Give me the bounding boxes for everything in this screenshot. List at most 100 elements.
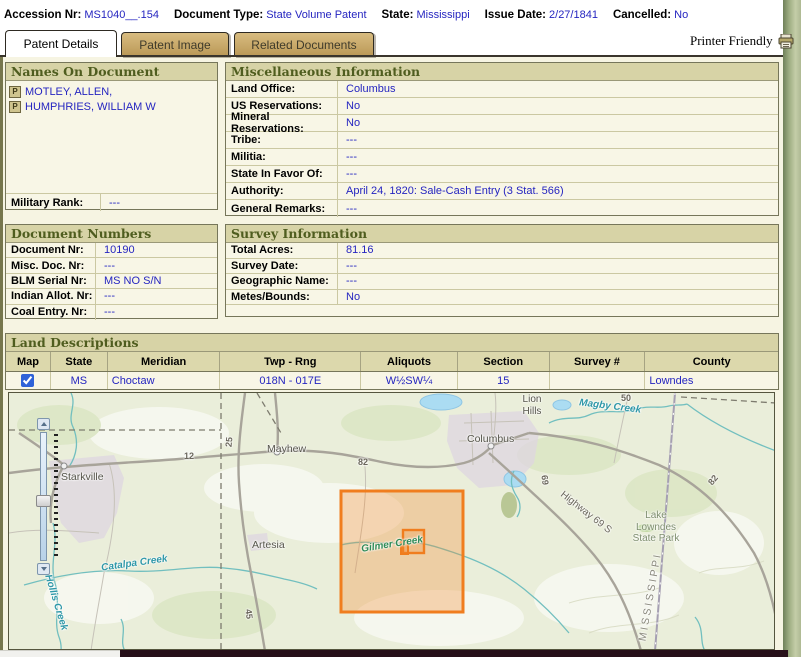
misc-panel-header: Miscellaneous Information: [226, 63, 778, 81]
metes-bounds-label: Metes/Bounds:: [226, 290, 338, 305]
general-remarks-label: General Remarks:: [226, 200, 338, 217]
printer-friendly-label: Printer Friendly: [690, 33, 773, 49]
zoom-slider-ticks: [54, 434, 58, 558]
map-label-starkville: Starkville: [61, 471, 104, 483]
map-zoom-slider[interactable]: [37, 418, 61, 576]
cancelled-value: No: [674, 9, 688, 21]
state-label: State:: [382, 9, 414, 21]
land-table-header-row: Map State Meridian Twp - Rng Aliquots Se…: [6, 352, 778, 372]
table-row: Militia:---: [226, 149, 778, 166]
general-remarks-value: ---: [338, 200, 357, 217]
table-row: Misc. Doc. Nr:---: [6, 258, 217, 273]
route-45-shield: 45: [243, 608, 254, 619]
patent-image-icon[interactable]: P: [9, 86, 21, 98]
printer-friendly-link[interactable]: Printer Friendly: [690, 33, 795, 49]
table-row: Geographic Name:---: [226, 274, 778, 290]
state-value: Mississippi: [416, 9, 469, 21]
tribe-value: ---: [338, 132, 357, 148]
map-checkbox[interactable]: [21, 374, 34, 387]
route-25-shield: 25: [224, 437, 235, 448]
tab-divider-line: [0, 55, 783, 57]
aliquots-cell: W½SW¼: [361, 372, 458, 389]
col-map: Map: [6, 352, 51, 371]
state-cell: MS: [51, 372, 108, 389]
misc-doc-nr-label: Misc. Doc. Nr:: [6, 258, 96, 272]
map-checkbox-cell: [6, 372, 51, 389]
list-item: P HUMPHRIES, WILLIAM W: [9, 99, 217, 114]
table-row: State In Favor Of:---: [226, 166, 778, 183]
docnum-panel-header: Document Numbers: [6, 225, 217, 243]
col-county: County: [645, 352, 778, 371]
table-row: Land Office:Columbus: [226, 81, 778, 98]
table-row: Metes/Bounds:No: [226, 290, 778, 306]
county-cell: Lowndes: [645, 372, 778, 389]
patent-details-page: Accession Nr: MS1040__.154 Document Type…: [0, 0, 801, 657]
accession-label: Accession Nr:: [4, 9, 81, 21]
militia-value: ---: [338, 149, 357, 165]
document-type-value: State Volume Patent: [266, 9, 366, 21]
names-on-document-panel: Names On Document P MOTLEY, ALLEN, P HUM…: [5, 62, 218, 210]
survey-date-value: ---: [338, 259, 357, 274]
col-aliquots: Aliquots: [361, 352, 458, 371]
coal-entry-nr-label: Coal Entry. Nr:: [6, 305, 96, 320]
survey-panel-header: Survey Information: [226, 225, 778, 243]
right-decorative-strip: [783, 0, 801, 657]
us-reservations-value: No: [338, 98, 360, 114]
route-82-shield: 82: [358, 457, 368, 467]
total-acres-value: 81.16: [338, 243, 374, 258]
map-label-lion-hills: Lion Hills: [515, 394, 549, 417]
militia-label: Militia:: [226, 149, 338, 165]
land-office-value: Columbus: [338, 81, 396, 97]
document-numbers-panel: Document Numbers Document Nr:10190 Misc.…: [5, 224, 218, 319]
bottom-bar: [120, 650, 788, 657]
military-rank-value: ---: [101, 194, 120, 211]
township-map[interactable]: Starkville Mayhew Columbus Artesia Lion …: [8, 392, 775, 650]
bottom-left-edge: [0, 650, 120, 657]
twp-rng-cell: 018N - 017E: [220, 372, 361, 389]
zoom-slider-track[interactable]: [40, 432, 47, 561]
geographic-name-label: Geographic Name:: [226, 274, 338, 289]
arrow-up-icon: [41, 422, 47, 426]
tab-patent-image[interactable]: Patent Image: [121, 32, 229, 57]
zoom-slider-handle[interactable]: [36, 495, 51, 507]
land-office-label: Land Office:: [226, 81, 338, 97]
table-row: Tribe:---: [226, 132, 778, 149]
cancelled-label: Cancelled:: [613, 9, 671, 21]
list-item: P MOTLEY, ALLEN,: [9, 84, 217, 99]
issue-date-value: 2/27/1841: [549, 9, 598, 21]
section-cell: 15: [458, 372, 550, 389]
survey-information-panel: Survey Information Total Acres:81.16 Sur…: [225, 224, 779, 317]
miscellaneous-information-panel: Miscellaneous Information Land Office:Co…: [225, 62, 779, 216]
survey-nr-cell: [550, 372, 646, 389]
col-meridian: Meridian: [108, 352, 221, 371]
survey-date-label: Survey Date:: [226, 259, 338, 274]
zoom-out-button[interactable]: [37, 563, 50, 575]
mineral-reservations-value: No: [338, 115, 360, 131]
coal-entry-nr-value: ---: [96, 305, 115, 320]
zoom-in-button[interactable]: [37, 418, 50, 430]
table-row: Document Nr:10190: [6, 243, 217, 258]
col-section: Section: [458, 352, 550, 371]
state-field: State: Mississippi: [382, 9, 470, 21]
patentee-link[interactable]: MOTLEY, ALLEN,: [25, 86, 112, 98]
table-row: General Remarks:---: [226, 200, 778, 217]
patentee-link[interactable]: HUMPHRIES, WILLIAM W: [25, 101, 156, 113]
tribe-label: Tribe:: [226, 132, 338, 148]
authority-value: April 24, 1820: Sale-Cash Entry (3 Stat.…: [338, 183, 564, 199]
table-row: Total Acres:81.16: [226, 243, 778, 259]
indian-allot-nr-label: Indian Allot. Nr:: [6, 289, 96, 303]
map-label-mayhew: Mayhew: [267, 443, 306, 455]
col-survey-nr: Survey #: [550, 352, 646, 371]
authority-label: Authority:: [226, 183, 338, 199]
tab-patent-details[interactable]: Patent Details: [5, 30, 117, 57]
geographic-name-value: ---: [338, 274, 357, 289]
table-row: Mineral Reservations:No: [226, 115, 778, 132]
table-row: Indian Allot. Nr:---: [6, 289, 217, 304]
arrow-down-icon: [41, 567, 47, 571]
tab-related-documents[interactable]: Related Documents: [234, 32, 374, 57]
accession-value: MS1040__.154: [84, 9, 159, 21]
metes-bounds-value: No: [338, 290, 360, 305]
land-descriptions-header: Land Descriptions: [6, 334, 778, 352]
route-69-shield: 69: [539, 474, 550, 485]
patent-image-icon[interactable]: P: [9, 101, 21, 113]
